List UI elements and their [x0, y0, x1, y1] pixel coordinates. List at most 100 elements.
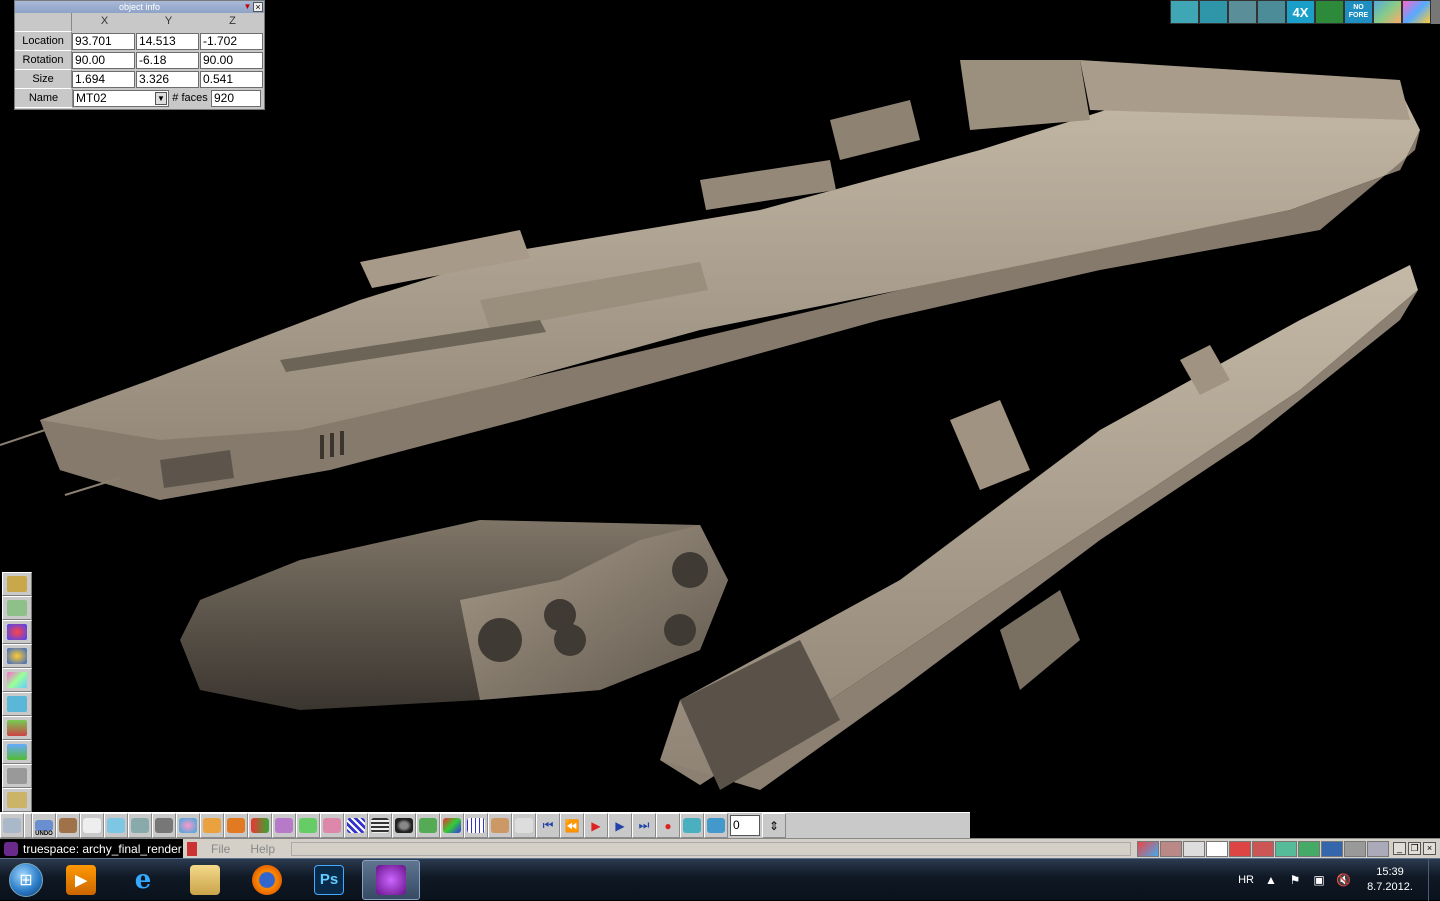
rotation-x-field[interactable]: 90.00 [72, 52, 136, 69]
fx-icon[interactable] [1298, 840, 1320, 857]
material-tool-button[interactable] [2, 620, 32, 644]
blank-icon[interactable] [1206, 840, 1228, 857]
path-button[interactable] [704, 813, 728, 838]
grid-button[interactable] [464, 813, 488, 838]
select-button[interactable] [104, 813, 128, 838]
wire-view-icon[interactable] [1228, 0, 1257, 24]
box-view-icon[interactable] [1257, 0, 1286, 24]
gizmo-button[interactable] [440, 813, 464, 838]
location-y-field[interactable]: 14.513 [136, 33, 199, 50]
play-button[interactable]: ▶ [608, 813, 632, 838]
tire-button[interactable] [392, 813, 416, 838]
fbx-icon[interactable] [1321, 840, 1343, 857]
lathe-button[interactable] [224, 813, 248, 838]
figure-button[interactable] [416, 813, 440, 838]
language-indicator[interactable]: HR [1238, 874, 1254, 886]
forward-end-button[interactable]: ⏭ [632, 813, 656, 838]
menu-file[interactable]: File [201, 842, 240, 856]
network-icon[interactable]: ▣ [1312, 873, 1326, 887]
axes-button[interactable] [128, 813, 152, 838]
restore-button[interactable]: ❐ [1408, 842, 1421, 855]
spline-button[interactable] [296, 813, 320, 838]
menu-help[interactable]: Help [240, 842, 285, 856]
background-color-icon[interactable] [1373, 0, 1402, 24]
taskbar-explorer[interactable] [176, 860, 234, 900]
show-desktop-button[interactable] [1428, 858, 1440, 901]
minimize-button[interactable]: _ [1393, 842, 1406, 855]
nofore-button[interactable]: NO FORE [1344, 0, 1373, 24]
3d-viewport[interactable]: object info ▼ × X Y Z Location 93.701 14… [0, 0, 1440, 838]
frame-number-field[interactable]: 0 [730, 815, 760, 836]
taskbar-internet-explorer[interactable]: e [114, 860, 172, 900]
palette-icon[interactable] [1402, 0, 1431, 24]
flag-icon[interactable]: ⚑ [1288, 873, 1302, 887]
record-icon: ● [664, 818, 672, 833]
library-button[interactable] [488, 813, 512, 838]
location-z-field[interactable]: -1.702 [200, 33, 263, 50]
camera-icon[interactable] [1252, 840, 1274, 857]
pin-icon[interactable]: ▼ [243, 2, 252, 11]
checker-icon[interactable] [1344, 840, 1366, 857]
taskbar-photoshop[interactable]: Ps [300, 860, 358, 900]
cube-button[interactable] [56, 813, 80, 838]
close-icon[interactable]: × [253, 2, 263, 12]
taskbar-firefox[interactable] [238, 860, 296, 900]
sphere-button[interactable] [176, 813, 200, 838]
pattern-button[interactable] [344, 813, 368, 838]
tools-button[interactable] [2, 764, 32, 788]
keyframe-button[interactable] [680, 813, 704, 838]
spheres-icon [7, 648, 27, 664]
rewind-button[interactable]: ⏪ [560, 813, 584, 838]
boolean-button[interactable] [248, 813, 272, 838]
undo-button[interactable]: UNDO [32, 813, 56, 838]
gradient-tool-button[interactable] [2, 668, 32, 692]
name-select[interactable]: MT02 ▼ [73, 90, 169, 107]
chevron-down-icon[interactable]: ▼ [155, 92, 167, 105]
deform-button[interactable] [200, 813, 224, 838]
rotation-y-field[interactable]: -6.18 [136, 52, 199, 69]
paint-face-button[interactable] [320, 813, 344, 838]
object-icon[interactable] [1160, 840, 1182, 857]
percent-icon [7, 600, 27, 616]
zoom-4x-button[interactable]: 4X [1286, 0, 1315, 24]
start-button[interactable]: ⊞ [4, 860, 48, 900]
close-button[interactable]: × [1423, 842, 1436, 855]
rewind-start-button[interactable]: ⏮ [536, 813, 560, 838]
taskbar-media-player[interactable]: ▶ [52, 860, 110, 900]
spheres-tool-button[interactable] [2, 644, 32, 668]
image-tool-button[interactable] [2, 572, 32, 596]
volume-muted-icon[interactable]: 🔇 [1336, 873, 1351, 887]
paint-bucket-icon[interactable] [1367, 840, 1389, 857]
size-y-field[interactable]: 3.326 [136, 71, 199, 88]
list-button[interactable] [368, 813, 392, 838]
script-button[interactable] [512, 813, 536, 838]
recycle-button[interactable] [0, 813, 24, 838]
size-z-field[interactable]: 0.541 [200, 71, 263, 88]
menu-close-icon[interactable] [187, 841, 197, 856]
mesh-button[interactable] [152, 813, 176, 838]
paint-tool-button[interactable] [2, 716, 32, 740]
scene-icon[interactable] [1137, 840, 1159, 857]
landscape-tool-button[interactable] [2, 740, 32, 764]
solid-view-icon[interactable] [1170, 0, 1199, 24]
object-info-title[interactable]: object info ▼ × [15, 1, 264, 13]
location-x-field[interactable]: 93.701 [72, 33, 136, 50]
size-x-field[interactable]: 1.694 [72, 71, 136, 88]
frame-stepper[interactable]: ⇕ [762, 813, 786, 838]
glass-button[interactable] [80, 813, 104, 838]
clock[interactable]: 15:39 8.7.2012. [1360, 865, 1420, 895]
window-icon[interactable] [1183, 840, 1205, 857]
render-icon[interactable] [1315, 0, 1344, 24]
folder-tool-button[interactable] [2, 788, 32, 812]
light-icon[interactable] [1275, 840, 1297, 857]
car-tool-button[interactable] [2, 692, 32, 716]
show-hidden-icons-icon[interactable]: ▲ [1264, 873, 1278, 887]
metaball-button[interactable] [272, 813, 296, 838]
record-button[interactable]: ● [656, 813, 680, 838]
texture-view-icon[interactable] [1199, 0, 1228, 24]
house-icon[interactable] [1229, 840, 1251, 857]
scale-tool-button[interactable] [2, 596, 32, 620]
rotation-z-field[interactable]: 90.00 [200, 52, 263, 69]
play-reverse-button[interactable]: ▶ [584, 813, 608, 838]
taskbar-truespace[interactable] [362, 859, 420, 900]
